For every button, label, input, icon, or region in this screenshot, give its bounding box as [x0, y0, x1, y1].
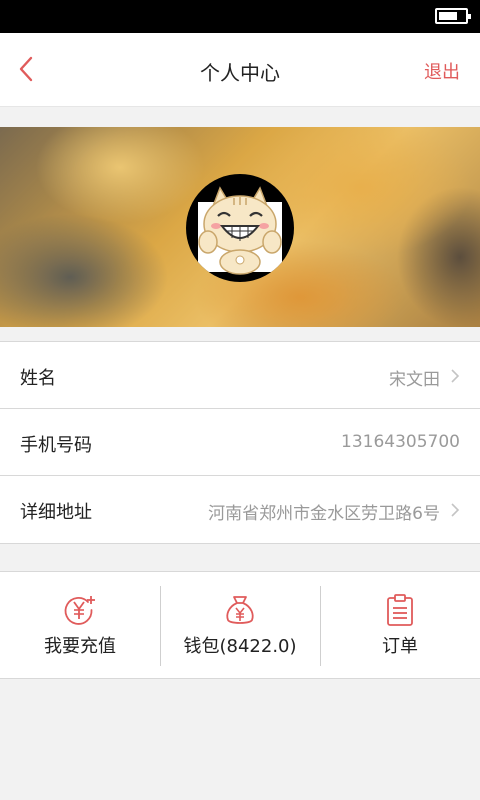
- recharge-button[interactable]: 我要充值: [0, 572, 160, 678]
- clipboard-list-icon: [387, 594, 413, 626]
- name-label: 姓名: [20, 368, 56, 389]
- action-bar: 我要充值 钱包(8422.0) 订单: [0, 571, 480, 679]
- phone-value: 13164305700: [341, 432, 460, 452]
- orders-label: 订单: [382, 636, 418, 657]
- money-bag-icon: [226, 596, 254, 624]
- logout-button[interactable]: 退出: [424, 58, 460, 84]
- top-nav-bar: 个人中心 退出: [0, 33, 480, 107]
- address-row[interactable]: 详细地址 河南省郑州市金水区劳卫路6号: [0, 476, 480, 543]
- recharge-label: 我要充值: [44, 636, 116, 657]
- address-value: 河南省郑州市金水区劳卫路6号: [208, 504, 440, 524]
- phone-label: 手机号码: [20, 435, 92, 456]
- chevron-right-icon: [451, 503, 460, 517]
- address-label: 详细地址: [20, 502, 92, 523]
- wallet-button[interactable]: 钱包(8422.0): [160, 572, 320, 678]
- name-row[interactable]: 姓名 宋文田: [0, 342, 480, 409]
- battery-icon: [435, 8, 471, 24]
- avatar[interactable]: [186, 174, 294, 282]
- wallet-label: 钱包(8422.0): [183, 636, 297, 657]
- orders-button[interactable]: 订单: [320, 572, 480, 678]
- yen-coin-plus-icon: [64, 596, 95, 625]
- profile-info-list: 姓名 宋文田 手机号码 13164305700 详细地址 河南省郑州市金水区劳卫…: [0, 341, 480, 544]
- cat-avatar-icon: [198, 186, 282, 275]
- phone-row: 手机号码 13164305700: [0, 409, 480, 476]
- name-value: 宋文田: [389, 370, 440, 390]
- chevron-right-icon: [451, 369, 460, 383]
- page-title: 个人中心: [200, 61, 280, 85]
- status-bar: [0, 0, 480, 33]
